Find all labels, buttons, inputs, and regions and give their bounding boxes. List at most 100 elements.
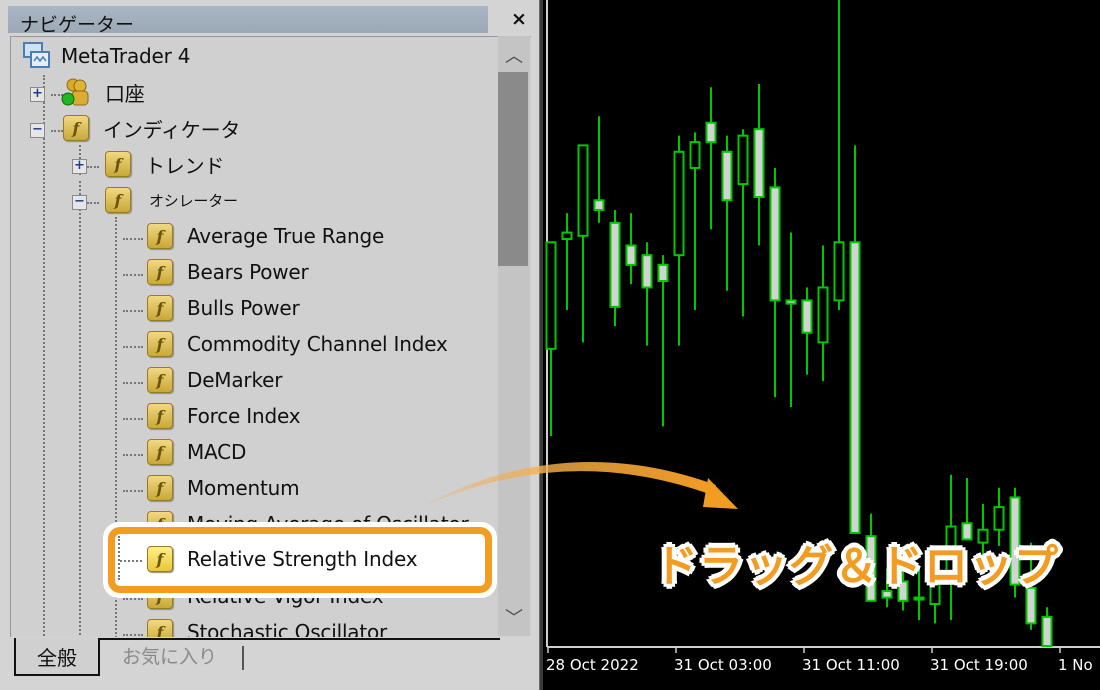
accounts-icon xyxy=(61,77,91,107)
x-tick-label: 31 Oct 19:00 xyxy=(930,656,1028,674)
x-tick-label: 31 Oct 03:00 xyxy=(674,656,772,674)
candle-body xyxy=(721,150,733,202)
candle-body xyxy=(545,241,557,350)
terminal-icon xyxy=(23,42,51,70)
navigator-title: ナビゲーター xyxy=(20,14,135,36)
tree-connector xyxy=(123,274,143,276)
tree-item-oscillator[interactable]: f Bulls Power xyxy=(147,291,300,325)
tab-general[interactable]: 全般 xyxy=(14,638,100,676)
candle xyxy=(705,87,717,230)
candle-body xyxy=(561,231,573,241)
candle-body xyxy=(577,144,589,237)
tree-item-label: MetaTrader 4 xyxy=(61,44,191,68)
candle-body xyxy=(849,241,861,534)
tree-item-metatrader[interactable]: MetaTrader 4 xyxy=(23,39,191,73)
tree-item-label: Bulls Power xyxy=(187,296,300,320)
function-icon: f xyxy=(147,546,173,572)
candle-body xyxy=(737,134,749,186)
candle xyxy=(625,213,637,285)
tree-connector xyxy=(123,310,143,312)
indicator-folder-icon: f xyxy=(63,115,89,141)
vertical-scrollbar[interactable]: ︿ ﹀ xyxy=(498,36,530,636)
tree-connector xyxy=(123,382,143,384)
candle xyxy=(609,209,621,327)
candle-body xyxy=(705,121,717,144)
function-icon: f xyxy=(147,475,173,501)
tree-connector xyxy=(120,560,142,562)
tree-item-label: Force Index xyxy=(187,404,301,428)
tree-connector xyxy=(43,75,45,637)
tree-connector xyxy=(123,454,143,456)
candle xyxy=(561,213,573,311)
tree-item-trend[interactable]: f トレンド xyxy=(105,147,224,181)
tree-item-oscillator[interactable]: f DeMarker xyxy=(147,363,282,397)
candle-body xyxy=(785,299,797,305)
tree-connector xyxy=(87,166,99,168)
tree-item-oscillator[interactable]: f Bears Power xyxy=(147,255,309,289)
candle xyxy=(785,232,797,407)
scroll-down-button[interactable]: ﹀ xyxy=(498,602,530,636)
tree-item-oscillator[interactable]: f Stochastic Oscillator xyxy=(147,615,387,637)
navigator-panel: ナビゲーター × MetaTrader 4 + 口座 − f インディケータ +… xyxy=(0,0,540,690)
candle xyxy=(577,144,589,343)
tree-item-label: Stochastic Oscillator xyxy=(187,620,388,637)
candle-body xyxy=(609,221,621,308)
x-tick-label: 31 Oct 11:00 xyxy=(802,656,900,674)
close-button[interactable]: × xyxy=(508,8,530,30)
tree-item-label: Average True Range xyxy=(187,224,385,248)
navigator-titlebar[interactable]: ナビゲーター xyxy=(8,6,488,36)
tree-item-oscillator[interactable]: f Momentum xyxy=(147,471,300,505)
function-icon: f xyxy=(147,619,173,637)
x-tick-label: 1 No xyxy=(1058,656,1093,674)
function-icon: f xyxy=(147,295,173,321)
collapse-oscillators-button[interactable]: − xyxy=(72,195,87,210)
tree-item-label: Momentum xyxy=(187,476,300,500)
expand-accounts-button[interactable]: + xyxy=(30,87,45,102)
tree-item-label: Commodity Channel Index xyxy=(187,332,448,356)
tree-connector xyxy=(123,238,143,240)
candle xyxy=(657,255,669,427)
scroll-up-button[interactable]: ︿ xyxy=(498,40,530,74)
tree-item-oscillator[interactable]: f MACD xyxy=(147,435,246,469)
function-icon: f xyxy=(147,367,173,393)
candle-body xyxy=(753,128,765,199)
tree-item-oscillator[interactable]: f Force Index xyxy=(147,399,301,433)
candle-body xyxy=(641,254,653,289)
tree-item-oscillator[interactable]: f Commodity Channel Index xyxy=(147,327,448,361)
expand-trend-button[interactable]: + xyxy=(72,159,87,174)
tree-item-label: MACD xyxy=(187,440,247,464)
candle xyxy=(833,0,845,311)
tab-separator xyxy=(242,646,244,670)
candle-body xyxy=(593,199,605,211)
candle-body xyxy=(769,186,781,302)
candle xyxy=(817,245,829,382)
tree-connector xyxy=(87,202,99,204)
tree-item-relative-strength-index[interactable]: f Relative Strength Index xyxy=(147,542,418,576)
tree-connector xyxy=(118,536,120,580)
candle-body xyxy=(1041,615,1053,647)
function-icon: f xyxy=(147,259,173,285)
candle-body xyxy=(993,506,1005,531)
tree-connector xyxy=(79,181,81,637)
candle xyxy=(641,242,653,346)
tab-divider xyxy=(100,638,500,640)
candle-body xyxy=(689,141,701,169)
function-icon: f xyxy=(147,403,173,429)
tree-item-indicators[interactable]: f インディケータ xyxy=(63,111,240,145)
indicator-folder-icon: f xyxy=(105,187,131,213)
tree-connector xyxy=(51,130,63,132)
tree-item-label: オシレーター xyxy=(149,191,238,210)
tree-item-label: トレンド xyxy=(145,153,225,178)
tree-item-oscillator[interactable]: f Average True Range xyxy=(147,219,384,253)
collapse-indicators-button[interactable]: − xyxy=(30,123,45,138)
navigator-tabs: 全般 お気に入り xyxy=(0,636,540,690)
candle xyxy=(689,132,701,311)
tree-item-oscillators[interactable]: f オシレーター xyxy=(105,183,238,217)
tree-item-accounts[interactable]: 口座 xyxy=(61,75,145,109)
candle xyxy=(769,167,781,398)
tree-item-label: インディケータ xyxy=(103,117,241,142)
candle-body xyxy=(657,263,669,283)
tab-favorites[interactable]: お気に入り xyxy=(122,642,217,669)
chart-frame xyxy=(540,0,543,690)
scroll-thumb[interactable] xyxy=(498,72,528,266)
